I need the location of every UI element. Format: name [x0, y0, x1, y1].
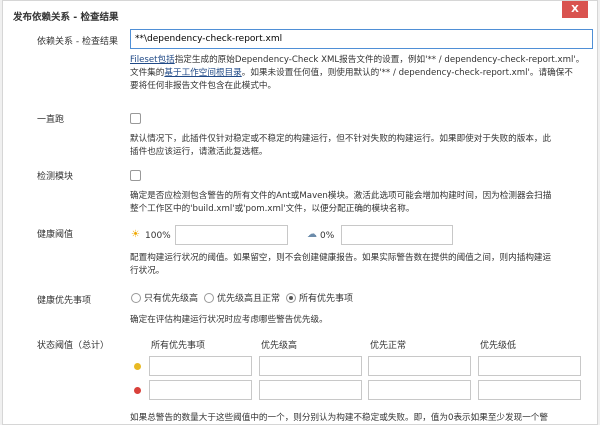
priority-all-radio[interactable]	[286, 293, 296, 303]
close-button[interactable]: X	[562, 1, 588, 18]
panel-title: 发布依赖关系 - 检查结果	[13, 12, 119, 23]
unstable-total-normal-input[interactable]	[368, 356, 471, 376]
detect-modules-label: 检测模块	[37, 172, 74, 182]
health-priority-help: 确定在评估构建运行状况时应考虑哪些警告优先级。	[130, 315, 328, 325]
health-threshold-help: 配置构建运行状况的阈值。如果留空，则不会创建健康报告。如果实际警告数在提供的阈值…	[130, 252, 595, 278]
failed-total-high-input[interactable]	[259, 380, 362, 400]
sunny-threshold-input[interactable]	[175, 225, 288, 245]
priority-all-label[interactable]: 所有优先事项	[299, 291, 353, 304]
failed-ball-icon	[134, 387, 141, 394]
fileset-includes-link[interactable]: Fileset包括	[130, 55, 175, 65]
column-header-normal: 优先正常	[370, 341, 407, 351]
priority-high-only-label[interactable]: 只有优先级高	[144, 291, 198, 304]
failed-total-all-input[interactable]	[149, 380, 252, 400]
help-line: 配置构建运行状况的阈值。如果留空，则不会创建健康报告。如果实际警告数在提供的阈值…	[130, 253, 552, 263]
health-priority-label: 健康优先事项	[37, 296, 92, 306]
help-line: 行状况。	[130, 266, 165, 276]
sunny-value: 100%	[145, 231, 171, 241]
dependency-results-help: Fileset包括指定生成的原始Dependency-Check XML报告文件…	[130, 54, 595, 93]
failed-total-normal-input[interactable]	[368, 380, 471, 400]
help-line: 插件也应该运行，请激活此复选框。	[130, 147, 268, 157]
status-threshold-label: 状态阈值（总计）	[37, 341, 110, 351]
run-always-label: 一直跑	[37, 115, 65, 125]
column-header-high: 优先级高	[261, 341, 298, 351]
stormy-icon: ☁	[307, 229, 317, 240]
publisher-panel: 发布依赖关系 - 检查结果 X 依赖关系 - 检查结果 **\dependenc…	[2, 0, 598, 425]
column-header-low: 优先级低	[480, 341, 517, 351]
run-always-help: 默认情况下，此插件仅针对稳定或不稳定的构建运行，但不针对失败的构建运行。如果即使…	[130, 133, 595, 159]
run-always-checkbox[interactable]	[130, 113, 141, 124]
help-line: 默认情况下，此插件仅针对稳定或不稳定的构建运行，但不针对失败的构建运行。如果即使…	[130, 134, 552, 144]
failed-total-low-input[interactable]	[478, 380, 581, 400]
help-text: 。如果未设置任何值，则使用默认的'** / dependency-check-r…	[241, 68, 573, 78]
sunny-icon: ☀	[131, 229, 140, 240]
dependency-results-label: 依赖关系 - 检查结果	[37, 37, 118, 47]
stormy-value: 0%	[320, 231, 335, 241]
stormy-threshold-input[interactable]	[341, 225, 453, 245]
unstable-ball-icon	[134, 363, 141, 370]
unstable-total-all-input[interactable]	[149, 356, 252, 376]
dependency-results-input[interactable]: **\dependency-check-report.xml	[130, 29, 593, 49]
priority-high-normal-label[interactable]: 优先级高且正常	[217, 291, 280, 304]
unstable-total-low-input[interactable]	[478, 356, 581, 376]
column-header-all: 所有优先事项	[151, 341, 206, 351]
priority-high-only-radio[interactable]	[131, 293, 141, 303]
detect-modules-checkbox[interactable]	[130, 170, 141, 181]
detect-modules-help: 确定是否应检测包含警告的所有文件的Ant或Maven模块。激活此选项可能会增加构…	[130, 190, 595, 216]
status-threshold-help: 如果总警告的数量大于这些阈值中的一个，则分别认为构建不稳定或失败。即，值为0表示…	[130, 413, 548, 423]
help-line: 确定是否应检测包含警告的所有文件的Ant或Maven模块。激活此选项可能会增加构…	[130, 191, 552, 201]
help-text: 指定生成的原始Dependency-Check XML报告文件的设置，例如'**…	[174, 55, 585, 65]
unstable-total-high-input[interactable]	[259, 356, 362, 376]
help-line: 整个工作区中的'build.xml'或'pom.xml'文件，以便分配正确的模块…	[130, 204, 415, 214]
health-threshold-label: 健康阈值	[37, 230, 74, 240]
workspace-root-link[interactable]: 基于工作空间根目录	[164, 68, 241, 78]
help-text: 要将任何非报告文件包含在此模式中。	[130, 81, 277, 91]
help-text: 文件集的	[130, 68, 165, 78]
priority-high-normal-radio[interactable]	[204, 293, 214, 303]
